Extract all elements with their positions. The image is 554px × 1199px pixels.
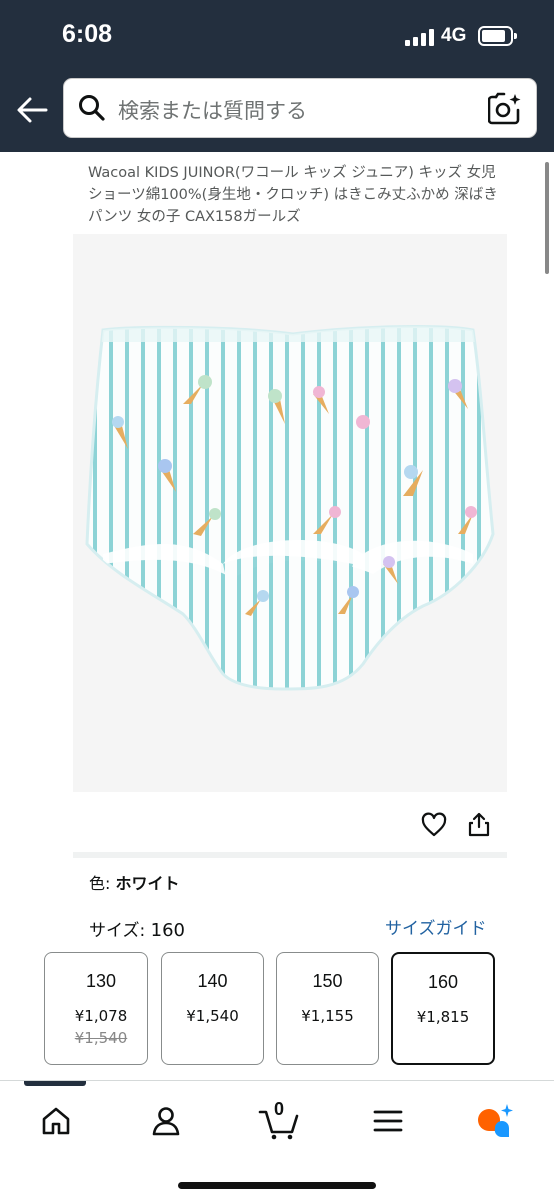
heart-icon[interactable] xyxy=(421,812,447,838)
bottom-nav: 0 xyxy=(0,1080,554,1199)
account-icon xyxy=(152,1107,180,1136)
header: 6:08 4G 検索または質問する xyxy=(0,0,554,152)
size-option-label: 140 xyxy=(197,971,228,991)
size-option-price: ¥1,155 xyxy=(301,1007,354,1025)
signal-icon xyxy=(405,28,435,46)
size-option-160[interactable]: 160 ¥1,815 xyxy=(391,952,495,1065)
size-option-price: ¥1,540 xyxy=(186,1007,239,1025)
size-option-price: ¥1,815 xyxy=(416,1008,470,1026)
search-icon xyxy=(79,95,105,121)
back-button[interactable] xyxy=(14,92,50,128)
size-option-130[interactable]: 130 ¥1,078 ¥1,540 xyxy=(44,952,148,1065)
size-option-old-price: ¥1,540 xyxy=(74,1029,128,1047)
product-title[interactable]: Wacoal KIDS JUINOR(ワコール キッズ ジュニア) キッズ 女児… xyxy=(88,162,498,228)
battery-icon xyxy=(478,26,517,46)
size-value: 160 xyxy=(150,920,185,941)
scrollbar[interactable] xyxy=(545,162,549,274)
size-guide-link[interactable]: サイズガイド xyxy=(385,914,487,939)
search-placeholder: 検索または質問する xyxy=(118,99,307,123)
nav-home[interactable] xyxy=(36,1101,76,1141)
nav-menu[interactable] xyxy=(368,1101,408,1141)
size-label: サイズ: xyxy=(89,921,151,941)
product-content[interactable]: Wacoal KIDS JUINOR(ワコール キッズ ジュニア) キッズ 女児… xyxy=(0,152,554,1080)
color-selection: 色: ホワイト xyxy=(89,870,180,894)
nav-rufus[interactable] xyxy=(476,1101,516,1141)
share-icon[interactable] xyxy=(466,811,492,837)
size-option-label: 130 xyxy=(85,971,117,991)
camera-search-icon[interactable] xyxy=(488,92,522,126)
cart-count: 0 xyxy=(274,1099,285,1119)
home-icon xyxy=(42,1107,70,1135)
size-option-140[interactable]: 140 ¥1,540 xyxy=(161,952,264,1065)
size-selection: サイズ: 160 xyxy=(89,916,185,941)
size-option-label: 150 xyxy=(312,971,343,991)
size-option-label: 160 xyxy=(427,972,459,992)
product-page: 6:08 4G 検索または質問する Wacoal KIDS JUINOR(ワコー… xyxy=(0,0,554,1199)
nav-account[interactable] xyxy=(146,1101,186,1141)
search-input[interactable]: 検索または質問する xyxy=(63,78,537,138)
color-value: ホワイト xyxy=(115,874,180,893)
size-option-price: ¥1,078 xyxy=(74,1007,128,1025)
color-label: 色: xyxy=(89,874,116,893)
status-time: 6:08 xyxy=(62,20,113,48)
nav-active-indicator xyxy=(24,1081,86,1086)
home-indicator xyxy=(178,1182,376,1189)
size-option-150[interactable]: 150 ¥1,155 xyxy=(276,952,379,1065)
menu-icon xyxy=(373,1110,403,1132)
product-image[interactable] xyxy=(73,234,507,792)
product-photo xyxy=(85,325,495,691)
rufus-icon xyxy=(478,1104,513,1138)
nav-cart[interactable]: 0 xyxy=(257,1095,301,1141)
back-arrow-icon xyxy=(17,97,48,123)
network-label: 4G xyxy=(441,25,467,46)
